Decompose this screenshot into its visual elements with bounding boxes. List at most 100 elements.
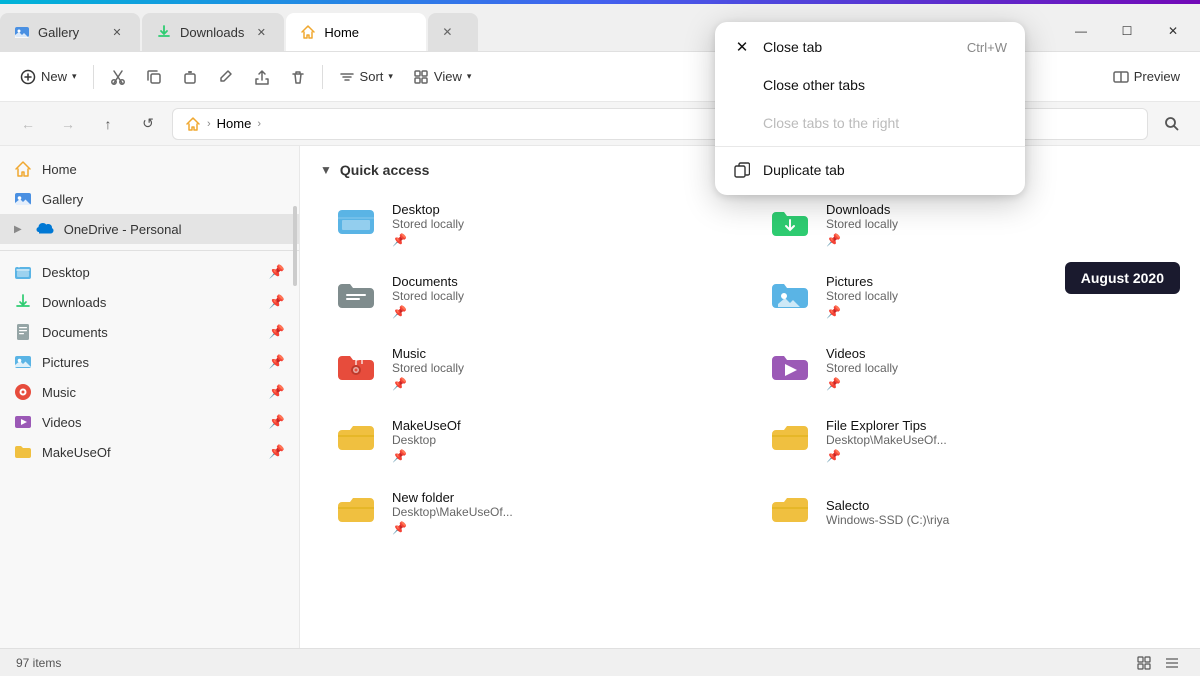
context-menu: ✕ Close tab Ctrl+W Close other tabs Clos… — [715, 22, 1025, 195]
ctx-duplicate-tab[interactable]: Duplicate tab — [715, 151, 1025, 189]
videos-folder-sub: Stored locally — [826, 361, 898, 375]
maximize-button[interactable]: ☐ — [1104, 15, 1150, 47]
grid-view-toggle[interactable] — [1132, 653, 1156, 673]
august-badge: August 2020 — [1065, 262, 1180, 294]
folder-item-makeuseofitem[interactable]: MakeUseOf Desktop 📌 — [320, 408, 746, 472]
view-button[interactable]: View ▾ — [405, 64, 479, 90]
music-pin-icon: 📌 — [269, 384, 285, 400]
sidebar-item-downloads[interactable]: Downloads 📌 — [0, 287, 299, 317]
preview-button[interactable]: Preview — [1105, 64, 1188, 90]
pictures-pin: 📌 — [826, 305, 898, 319]
sort-label: Sort — [360, 69, 384, 84]
folder-item-salecto[interactable]: Salecto Windows-SSD (C:)\riya — [754, 480, 1180, 544]
music-folder-name: Music — [392, 346, 464, 361]
folder-item-desktop[interactable]: Desktop Stored locally 📌 — [320, 192, 746, 256]
folder-item-videos[interactable]: Videos Stored locally 📌 — [754, 336, 1180, 400]
paste-button[interactable] — [174, 64, 206, 90]
tab-downloads[interactable]: Downloads ✕ — [142, 13, 284, 51]
newfolder-pin: 📌 — [392, 521, 513, 535]
sidebar-item-documents[interactable]: Documents 📌 — [0, 317, 299, 347]
folder-item-fileexplorertips[interactable]: File Explorer Tips Desktop\MakeUseOf... … — [754, 408, 1180, 472]
refresh-button[interactable]: ↺ — [132, 108, 164, 140]
sidebar-item-music[interactable]: Music 📌 — [0, 377, 299, 407]
sidebar-gallery-label: Gallery — [42, 192, 83, 207]
sidebar-item-videos[interactable]: Videos 📌 — [0, 407, 299, 437]
sidebar-onedrive-label: OneDrive - Personal — [64, 222, 182, 237]
downloads-folder-name: Downloads — [826, 202, 898, 217]
folders-grid: Desktop Stored locally 📌 Downloads Store… — [320, 192, 1180, 544]
sidebar-item-pictures[interactable]: Pictures 📌 — [0, 347, 299, 377]
onedrive-chevron: ▶ — [14, 224, 22, 235]
tab-gallery-close[interactable]: ✕ — [108, 23, 126, 41]
downloads-pin: 📌 — [826, 233, 898, 247]
newfolder-folder-sub: Desktop\MakeUseOf... — [392, 505, 513, 519]
documents-pin-icon: 📌 — [269, 324, 285, 340]
makeuseofitem-folder-icon — [332, 416, 380, 464]
desktop-pin-icon: 📌 — [269, 264, 285, 280]
pictures-folder-icon — [766, 272, 814, 320]
minimize-button[interactable]: — — [1058, 15, 1104, 47]
sidebar-home-label: Home — [42, 162, 77, 177]
salecto-folder-icon — [766, 488, 814, 536]
downloads-pin-icon: 📌 — [269, 294, 285, 310]
ctx-close-tab[interactable]: ✕ Close tab Ctrl+W — [715, 28, 1025, 66]
downloads-folder-sub: Stored locally — [826, 217, 898, 231]
rename-button[interactable] — [210, 64, 242, 90]
path-home: Home — [217, 116, 252, 131]
sidebar-item-desktop[interactable]: Desktop 📌 — [0, 257, 299, 287]
sidebar-scrollbar[interactable] — [293, 206, 297, 286]
search-button[interactable] — [1156, 108, 1188, 140]
back-button[interactable]: ← — [12, 108, 44, 140]
sidebar-pictures-label: Pictures — [42, 355, 89, 370]
sidebar-item-onedrive[interactable]: ▶ OneDrive - Personal — [0, 214, 299, 244]
ctx-close-other-tabs[interactable]: Close other tabs — [715, 66, 1025, 104]
folder-item-newfolder[interactable]: New folder Desktop\MakeUseOf... 📌 — [320, 480, 746, 544]
toolbar-sep-2 — [322, 65, 323, 89]
view-label: View — [434, 69, 462, 84]
tab-downloads-close[interactable]: ✕ — [252, 23, 270, 41]
makeuseofitem-pin: 📌 — [392, 449, 461, 463]
ctx-close-tabs-right: Close tabs to the right — [715, 104, 1025, 142]
new-button[interactable]: New ▾ — [12, 64, 85, 90]
sidebar-div-1 — [0, 250, 299, 251]
desktop-folder-icon — [332, 200, 380, 248]
tab-partial[interactable]: ✕ — [428, 13, 478, 51]
main-layout: Home Gallery ▶ OneDrive - Personal — [0, 146, 1200, 648]
list-view-toggle[interactable] — [1160, 653, 1184, 673]
videos-folder-icon — [766, 344, 814, 392]
tab-home[interactable]: Home — [286, 13, 426, 51]
sidebar-makeuseofyellow-label: MakeUseOf — [42, 445, 111, 460]
ctx-close-other-label: Close other tabs — [763, 77, 865, 93]
sidebar: Home Gallery ▶ OneDrive - Personal — [0, 146, 300, 648]
item-count: 97 items — [16, 656, 61, 670]
ctx-close-tab-icon: ✕ — [733, 38, 751, 56]
salecto-folder-name: Salecto — [826, 498, 949, 513]
sort-button[interactable]: Sort ▾ — [331, 64, 401, 90]
preview-label: Preview — [1134, 69, 1180, 84]
sidebar-item-makeuseofyellow[interactable]: MakeUseOf 📌 — [0, 437, 299, 467]
fileexplorertips-folder-icon — [766, 416, 814, 464]
pictures-pin-icon: 📌 — [269, 354, 285, 370]
up-button[interactable]: ↑ — [92, 108, 124, 140]
forward-button[interactable]: → — [52, 108, 84, 140]
sidebar-documents-label: Documents — [42, 325, 108, 340]
close-button[interactable]: ✕ — [1150, 15, 1196, 47]
share-button[interactable] — [246, 64, 278, 90]
sidebar-videos-label: Videos — [42, 415, 82, 430]
documents-pin: 📌 — [392, 305, 464, 319]
folder-item-music[interactable]: Music Stored locally 📌 — [320, 336, 746, 400]
sidebar-item-gallery[interactable]: Gallery — [0, 184, 299, 214]
quick-access-chevron: ▼ — [320, 163, 332, 177]
folder-item-downloads[interactable]: Downloads Stored locally 📌 — [754, 192, 1180, 256]
tab-gallery[interactable]: Gallery ✕ — [0, 13, 140, 51]
copy-button[interactable] — [138, 64, 170, 90]
music-folder-icon — [332, 344, 380, 392]
sidebar-item-home[interactable]: Home — [0, 154, 299, 184]
videos-pin: 📌 — [826, 377, 898, 391]
cut-button[interactable] — [102, 64, 134, 90]
delete-button[interactable] — [282, 64, 314, 90]
folder-item-documents[interactable]: Documents Stored locally 📌 — [320, 264, 746, 328]
ctx-close-right-label: Close tabs to the right — [763, 115, 899, 131]
newfolder-folder-icon — [332, 488, 380, 536]
makeuseofitem-folder-name: MakeUseOf — [392, 418, 461, 433]
